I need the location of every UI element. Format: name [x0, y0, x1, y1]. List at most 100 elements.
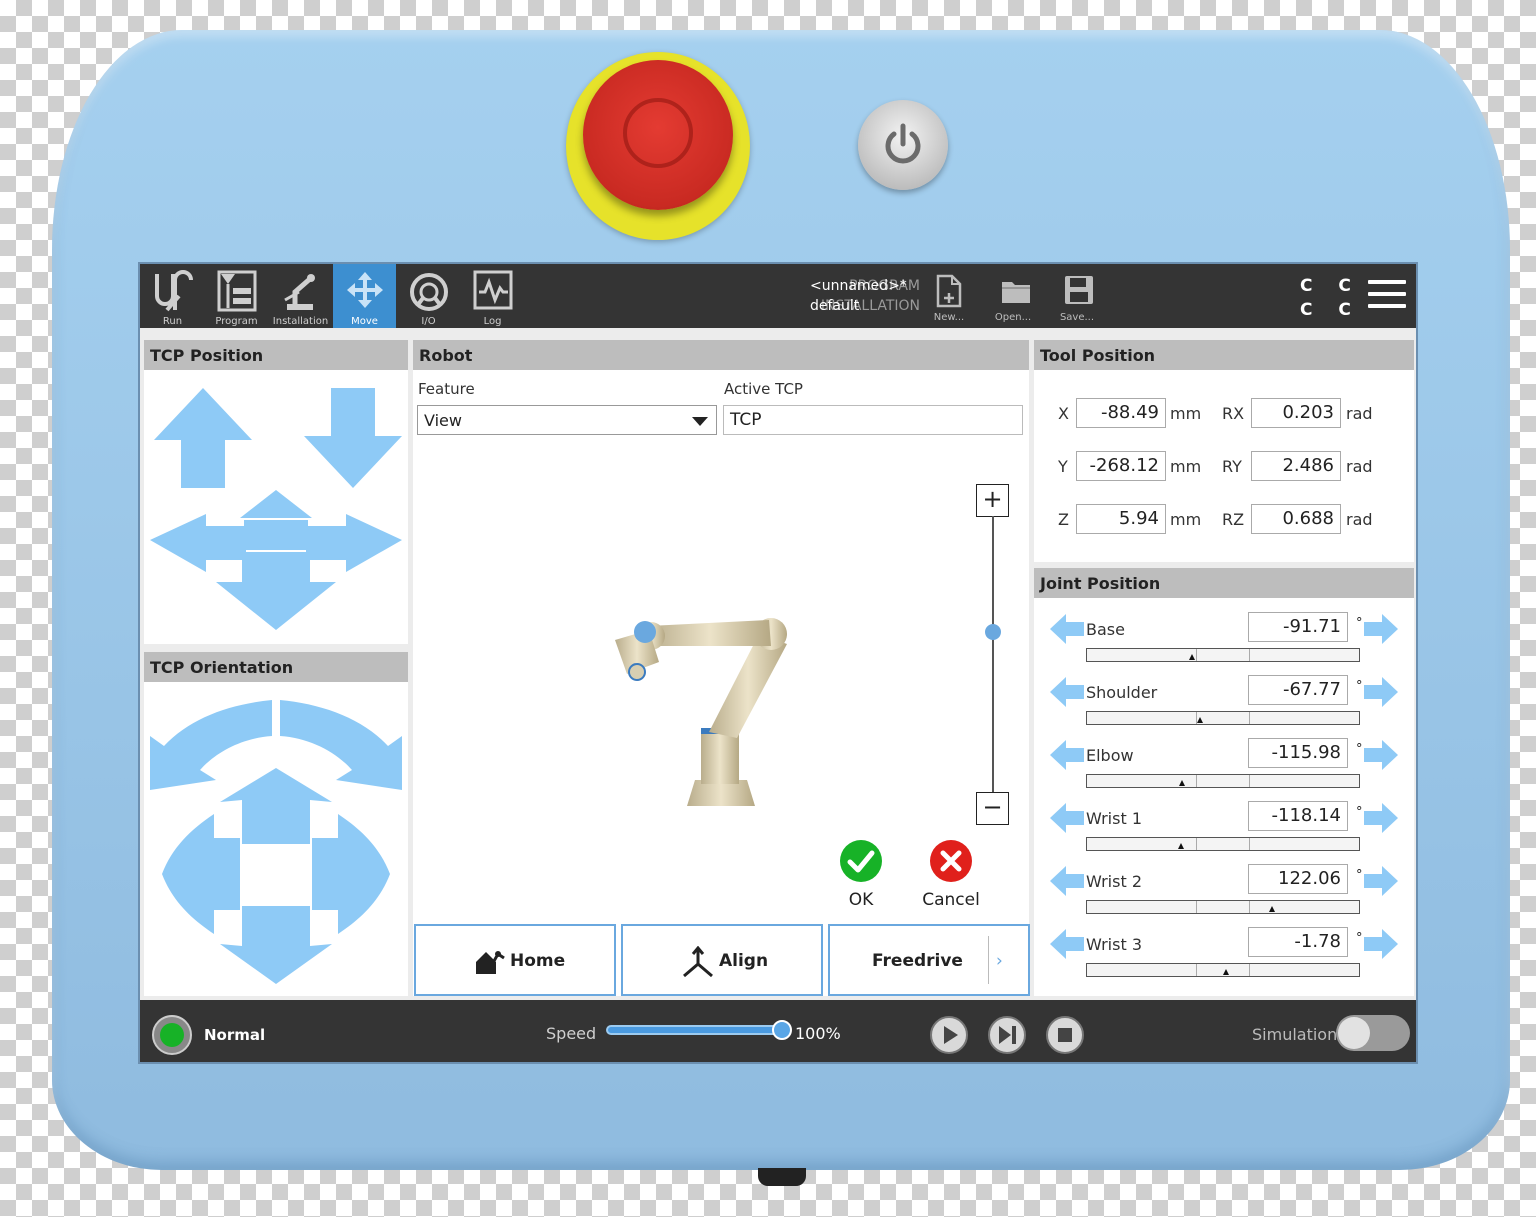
- align-button[interactable]: Align: [621, 924, 823, 996]
- axis-label: RZ: [1222, 510, 1245, 529]
- nav-label: Run: [162, 316, 183, 327]
- robot-3d-view[interactable]: [609, 610, 789, 806]
- tcp-orientation-panel: TCP Orientation: [144, 652, 408, 996]
- unit-label: rad: [1346, 404, 1373, 423]
- arrow-left-icon[interactable]: [1050, 929, 1084, 959]
- ur-logo-icon: [155, 270, 193, 312]
- panel-title: TCP Position: [144, 340, 408, 370]
- cancel-button[interactable]: Cancel: [913, 840, 989, 910]
- arrow-left-icon[interactable]: [1050, 803, 1084, 833]
- nav-run[interactable]: Run: [141, 264, 204, 328]
- arrow-right-icon[interactable]: [1364, 803, 1398, 833]
- divider: [988, 936, 989, 984]
- joint-name: Base: [1086, 620, 1125, 639]
- stop-button[interactable]: [1046, 1016, 1084, 1054]
- zoom-slider-handle[interactable]: [985, 623, 1001, 640]
- joint-value-field[interactable]: -115.98: [1248, 738, 1348, 768]
- joint-position-marker: [1269, 906, 1276, 912]
- active-tcp-label: Active TCP: [724, 380, 803, 398]
- tilt-arrows-icon[interactable]: [162, 768, 390, 984]
- arrow-right-icon[interactable]: [1364, 866, 1398, 896]
- feature-dropdown[interactable]: View: [417, 405, 717, 435]
- joint-value-field[interactable]: 122.06: [1248, 864, 1348, 894]
- degree-unit: °: [1356, 868, 1363, 883]
- arrow-left-icon[interactable]: [1050, 677, 1084, 707]
- tcp-position-panel: TCP Position: [144, 340, 408, 644]
- degree-unit: °: [1356, 616, 1363, 631]
- emergency-stop-button[interactable]: [583, 60, 733, 210]
- speed-slider-track[interactable]: [606, 1025, 782, 1035]
- zoom-in-button[interactable]: +: [976, 484, 1009, 517]
- open-button[interactable]: Open...: [988, 270, 1038, 326]
- arrow-right-icon[interactable]: [1364, 929, 1398, 959]
- cable-port: [758, 1168, 806, 1186]
- arrow-up-icon[interactable]: [152, 386, 254, 490]
- unit-label: rad: [1346, 457, 1373, 476]
- arrow-left-icon[interactable]: [1050, 866, 1084, 896]
- axis-label: RX: [1222, 404, 1245, 423]
- joint-name: Wrist 2: [1086, 872, 1142, 891]
- installation-name: default: [810, 298, 860, 314]
- nav-installation[interactable]: Installation: [269, 264, 332, 328]
- joint-position-panel: Joint Position Base -91.71 ° Shoulder -67.77…: [1034, 568, 1414, 996]
- joint-value-field[interactable]: -118.14: [1248, 801, 1348, 831]
- step-icon: [999, 1026, 1016, 1044]
- save-button[interactable]: Save...: [1052, 270, 1102, 326]
- arrow-right-icon[interactable]: [1364, 614, 1398, 644]
- joint-value-field[interactable]: -67.77: [1248, 675, 1348, 705]
- nav-label: Move: [351, 316, 378, 327]
- arrow-down-icon[interactable]: [302, 386, 404, 490]
- speed-slider-handle[interactable]: [772, 1020, 792, 1040]
- joint-position-marker: [1197, 717, 1204, 723]
- tool-position-field[interactable]: 5.94: [1076, 504, 1166, 534]
- xy-cross-arrows-icon[interactable]: [150, 490, 402, 630]
- new-file-icon: [936, 274, 962, 308]
- nav-label: Installation: [272, 316, 329, 327]
- hamburger-menu-icon[interactable]: [1368, 280, 1406, 310]
- tool-rotation-field[interactable]: 0.203: [1251, 398, 1341, 428]
- robot-status-indicator[interactable]: [152, 1015, 192, 1055]
- cancel-x-icon: [930, 840, 972, 882]
- tool-position-field[interactable]: -88.49: [1076, 398, 1166, 428]
- home-button[interactable]: Home: [414, 924, 616, 996]
- nav-move[interactable]: Move: [333, 264, 396, 328]
- freedrive-button[interactable]: Freedrive ›: [828, 924, 1030, 996]
- simulation-toggle[interactable]: [1336, 1015, 1410, 1051]
- new-button[interactable]: New...: [924, 270, 974, 326]
- play-button[interactable]: [930, 1016, 968, 1054]
- cc-line: C C: [1300, 276, 1361, 296]
- nav-io[interactable]: I/O: [397, 264, 460, 328]
- step-button[interactable]: [988, 1016, 1026, 1054]
- tool-rotation-field[interactable]: 2.486: [1251, 451, 1341, 481]
- tool-rotation-field[interactable]: 0.688: [1251, 504, 1341, 534]
- joint-position-marker: [1189, 654, 1195, 660]
- joint-limit-slider: [1086, 648, 1360, 662]
- joint-name: Wrist 1: [1086, 809, 1142, 828]
- joint-position-marker: [1223, 969, 1229, 975]
- unit-label: mm: [1170, 510, 1202, 529]
- nav-program[interactable]: Program: [205, 264, 268, 328]
- joint-name: Elbow: [1086, 746, 1134, 765]
- play-icon: [944, 1026, 958, 1044]
- joint-row: Shoulder -67.77 °: [1034, 669, 1414, 732]
- active-tcp-field[interactable]: TCP: [723, 405, 1023, 435]
- speed-label: Speed: [546, 1024, 597, 1043]
- new-label: New...: [933, 312, 965, 323]
- simulation-label: Simulation: [1252, 1025, 1338, 1044]
- joint-value-field[interactable]: -91.71: [1248, 612, 1348, 642]
- chevron-right-icon[interactable]: ›: [996, 951, 1003, 971]
- arrow-left-icon[interactable]: [1050, 740, 1084, 770]
- zoom-slider-track[interactable]: [992, 516, 994, 792]
- folder-icon: [1002, 282, 1030, 303]
- joint-value-field[interactable]: -1.78: [1248, 927, 1348, 957]
- axis-label: X: [1058, 404, 1069, 423]
- nav-log[interactable]: Log: [461, 264, 524, 328]
- arrow-left-icon[interactable]: [1050, 614, 1084, 644]
- arrow-right-icon[interactable]: [1364, 740, 1398, 770]
- tool-position-field[interactable]: -268.12: [1076, 451, 1166, 481]
- ok-button[interactable]: OK: [833, 840, 889, 910]
- zoom-out-button[interactable]: −: [976, 792, 1009, 825]
- cancel-label: Cancel: [922, 890, 980, 910]
- arrow-right-icon[interactable]: [1364, 677, 1398, 707]
- power-button[interactable]: [858, 100, 948, 190]
